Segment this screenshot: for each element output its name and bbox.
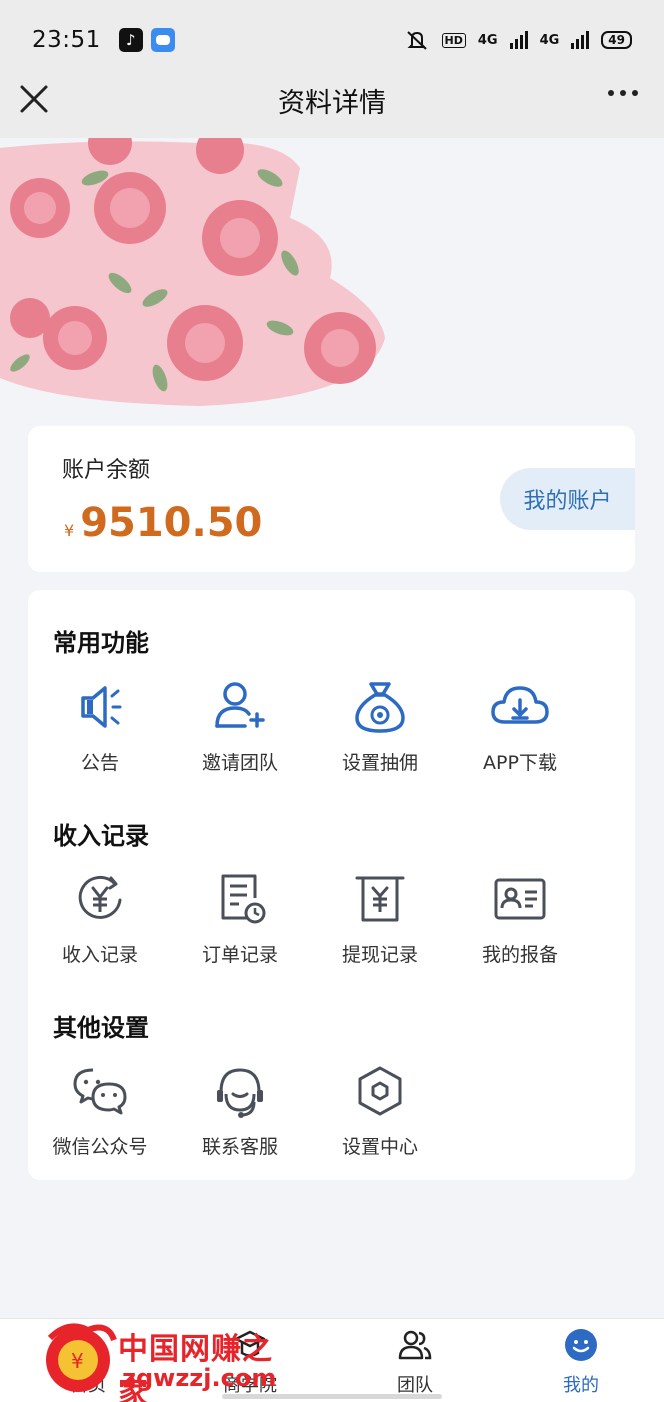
team-icon [398,1330,432,1360]
grid-item-wechat-official[interactable]: 微信公众号 [30,1060,170,1170]
grid-item-customer-service[interactable]: 联系客服 [170,1060,310,1170]
my-account-button[interactable]: 我的账户 [500,468,635,530]
section-title-other: 其他设置 [53,1014,149,1042]
id-card-icon [494,878,546,920]
tab-mine[interactable]: 我的 [521,1327,641,1399]
grid-item-label: 订单记录 [201,944,278,966]
megaphone-icon [81,686,122,728]
signal-icon-2 [571,31,590,49]
grid-item-settings-center[interactable]: 设置中心 [310,1060,450,1170]
battery-indicator: 49 [601,31,632,49]
balance-amount: ¥ 9510.50 [64,500,262,546]
grid-item-income-records[interactable]: 收入记录 [30,868,170,978]
order-clock-icon [221,874,266,924]
tiktok-icon: ♪ [118,28,143,52]
status-time: 23:51 [32,27,101,53]
headset-icon [217,1068,263,1118]
hd-badge: HD [441,32,466,48]
profile-cover-image [0,138,385,407]
tab-team[interactable]: 团队 [355,1327,475,1399]
grid-item-label: 公告 [80,752,119,774]
grid-item-invite-team[interactable]: 邀请团队 [170,676,310,786]
grid-item-label: APP下载 [483,752,557,774]
status-app-icons: ♪ [118,28,175,52]
grid-item-announcement[interactable]: 公告 [30,676,170,786]
status-indicators: HD 4G 4G 49 [404,29,632,51]
section-title-common: 常用功能 [53,629,149,657]
watermark-url: zgwzzj.com [122,1364,277,1392]
network-4g-2: 4G [539,32,560,48]
wechat-icon [73,1068,127,1115]
grid-item-label: 收入记录 [61,944,138,966]
more-icon[interactable] [608,90,638,96]
grid-item-set-commission[interactable]: 设置抽佣 [310,676,450,786]
add-user-icon [215,682,265,728]
nav-bar: 资料详情 [0,62,664,138]
grid-item-app-download[interactable]: APP下载 [450,676,590,786]
balance-card: 账户余额 ¥ 9510.50 我的账户 [28,426,635,572]
chat-app-icon [150,28,175,52]
cloud-download-icon [491,686,549,724]
grid-item-label: 联系客服 [201,1136,278,1158]
close-icon[interactable] [16,81,52,117]
grid-item-my-reports[interactable]: 我的报备 [450,868,590,978]
grid-item-label: 设置抽佣 [341,752,418,774]
grid-item-withdraw-records[interactable]: 提现记录 [310,868,450,978]
smiley-user-icon [565,1329,597,1361]
grid-item-label: 邀请团队 [201,752,278,774]
functions-card: 常用功能 公告 邀请团队 设置抽佣 APP下载 收入记录 收入记录 订单记录 提… [28,590,635,1180]
grid-item-label: 提现记录 [341,944,418,966]
mute-bell-icon [406,31,427,50]
watermark-logo-icon: ¥ [46,1323,117,1392]
currency-symbol: ¥ [64,521,75,540]
balance-value: 9510.50 [80,500,263,546]
page-title: 资料详情 [278,87,386,119]
home-indicator [222,1394,442,1399]
yen-refresh-icon [78,875,122,919]
section-title-income: 收入记录 [53,822,149,850]
watermark: ¥ 中国网赚之家 zgwzzj.com [38,1320,288,1402]
signal-icon [509,31,528,49]
grid-item-label: 微信公众号 [52,1136,148,1158]
balance-label: 账户余额 [62,458,151,483]
tab-label: 我的 [563,1375,599,1396]
network-4g-1: 4G [477,32,498,48]
grid-item-order-records[interactable]: 订单记录 [170,868,310,978]
hexagon-settings-icon [358,1066,402,1116]
withdraw-icon [355,876,405,922]
grid-item-label: 我的报备 [481,944,558,966]
money-bag-icon [355,682,405,733]
grid-item-label: 设置中心 [341,1136,418,1158]
svg-text:¥: ¥ [71,1349,84,1373]
